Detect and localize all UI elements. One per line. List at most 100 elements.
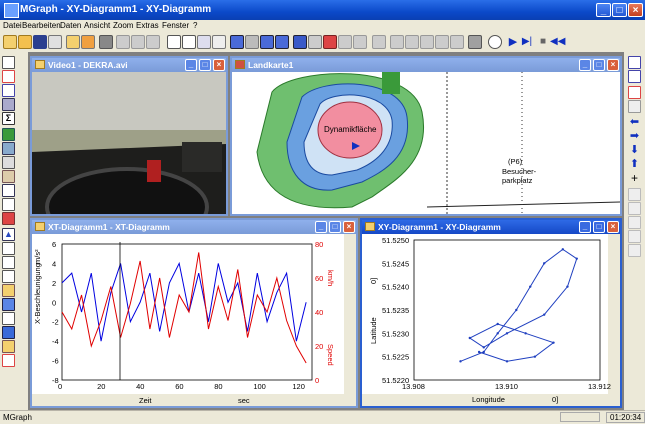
zoom-out-icon[interactable] — [245, 35, 259, 49]
filter-icon[interactable] — [2, 198, 15, 211]
map-minimize-button[interactable]: _ — [579, 59, 591, 71]
axis-x-icon[interactable] — [628, 56, 641, 69]
xt-hscrollbar[interactable] — [32, 394, 356, 406]
network-icon[interactable] — [2, 142, 15, 155]
polar-icon[interactable] — [2, 284, 15, 297]
pointer-icon[interactable] — [182, 35, 196, 49]
open-icon[interactable] — [18, 35, 32, 49]
tool-a-icon[interactable] — [628, 188, 641, 201]
close-file-icon[interactable] — [48, 35, 62, 49]
note-icon[interactable] — [2, 340, 15, 353]
menu-extras[interactable]: Extras — [136, 21, 159, 30]
sqrt-icon[interactable] — [2, 256, 15, 269]
video-close-button[interactable]: × — [213, 59, 225, 71]
edit-3-icon[interactable] — [435, 35, 449, 49]
video-window-titlebar[interactable]: Video1 - DEKRA.avi _ □ × — [32, 58, 226, 72]
xt-chart[interactable]: X-Beschleunigung m/s² Speed km/h Zeit se… — [32, 234, 356, 406]
video-window[interactable]: Video1 - DEKRA.avi _ □ × — [30, 56, 228, 216]
menu-zoom[interactable]: Zoom — [113, 21, 133, 30]
import-icon[interactable] — [66, 35, 80, 49]
window-icon[interactable] — [2, 298, 15, 311]
tool-d-icon[interactable] — [628, 230, 641, 243]
sum-icon[interactable]: Σ — [2, 112, 15, 125]
xt-maximize-button[interactable]: □ — [329, 221, 341, 233]
film-icon[interactable] — [468, 35, 482, 49]
tree-icon[interactable] — [2, 312, 15, 325]
grid-icon[interactable] — [197, 35, 211, 49]
tool-c-icon[interactable] — [628, 216, 641, 229]
marker-2-icon[interactable] — [338, 35, 352, 49]
pen-icon[interactable] — [390, 35, 404, 49]
arrow-left-icon[interactable]: ⬅ — [628, 116, 641, 129]
xt-window-titlebar[interactable]: XT-Diagramm1 - XT-Diagramm _ □ × — [32, 220, 356, 234]
xy-diagram-window[interactable]: XY-Diagramm1 - XY-Diagramm _ □ × Latitud… — [360, 218, 622, 408]
grid-tool-icon[interactable] — [2, 242, 15, 255]
bar-chart-icon[interactable] — [2, 128, 15, 141]
zoom-icon[interactable] — [167, 35, 181, 49]
edit-2-icon[interactable] — [420, 35, 434, 49]
timer-icon[interactable] — [488, 35, 502, 49]
zoom-y-icon[interactable] — [275, 35, 289, 49]
paste-icon[interactable] — [146, 35, 160, 49]
formula-icon[interactable] — [2, 354, 15, 367]
rewind-icon[interactable]: ◀◀ — [550, 35, 565, 49]
arrow-down-icon[interactable]: ⬇ — [628, 144, 641, 157]
table-tool-icon[interactable] — [2, 98, 15, 111]
map-window-titlebar[interactable]: Landkarte1 _ □ × — [232, 58, 620, 72]
edit-4-icon[interactable] — [450, 35, 464, 49]
xt-diagram-window[interactable]: XT-Diagramm1 - XT-Diagramm _ □ × X-Besch… — [30, 218, 358, 408]
rotate-icon[interactable] — [372, 35, 386, 49]
export-icon[interactable] — [81, 35, 95, 49]
cut-icon[interactable] — [116, 35, 130, 49]
xy-maximize-button[interactable]: □ — [593, 221, 605, 233]
arrow-up-icon[interactable]: ⬆ — [628, 158, 641, 171]
map-maximize-button[interactable]: □ — [593, 59, 605, 71]
curve-select-2-icon[interactable] — [628, 100, 641, 113]
photo-icon[interactable] — [2, 326, 15, 339]
save-icon[interactable] — [33, 35, 47, 49]
function-icon[interactable] — [2, 84, 15, 97]
menu-bearbeiten[interactable]: Bearbeiten — [22, 21, 61, 30]
menu-help[interactable]: ? — [193, 21, 197, 30]
video-minimize-button[interactable]: _ — [185, 59, 197, 71]
scatter-tool-icon[interactable] — [2, 270, 15, 283]
axis-y-icon[interactable] — [628, 70, 641, 83]
map-window[interactable]: Landkarte1 _ □ × Dynamikfläche (P6) Besu… — [230, 56, 622, 216]
xy-minimize-button[interactable]: _ — [579, 221, 591, 233]
minimize-button[interactable]: _ — [596, 3, 611, 17]
new-icon[interactable] — [3, 35, 17, 49]
matrix-icon[interactable] — [2, 156, 15, 169]
zoom-fit-icon[interactable] — [293, 35, 307, 49]
video-maximize-button[interactable]: □ — [199, 59, 211, 71]
xt-minimize-button[interactable]: _ — [315, 221, 327, 233]
spectrum-icon[interactable] — [2, 212, 15, 225]
maximize-button[interactable]: □ — [612, 3, 627, 17]
curve-icon[interactable] — [2, 70, 15, 83]
arrow-right-icon[interactable]: ➡ — [628, 130, 641, 143]
play-icon[interactable]: ▶ — [506, 35, 520, 49]
terrain-icon[interactable] — [2, 170, 15, 183]
zoom-in-icon[interactable] — [230, 35, 244, 49]
crosshair-icon[interactable]: + — [628, 172, 641, 185]
triangle-icon[interactable]: ▲ — [2, 228, 15, 241]
menu-fenster[interactable]: Fenster — [162, 21, 189, 30]
edit-1-icon[interactable] — [405, 35, 419, 49]
menu-ansicht[interactable]: Ansicht — [84, 21, 110, 30]
app-title-bar[interactable]: MGraph - XY-Diagramm1 - XY-Diagramm _ □ … — [0, 0, 645, 20]
zoom-back-icon[interactable] — [308, 35, 322, 49]
xt-close-button[interactable]: × — [343, 221, 355, 233]
zoom-x-icon[interactable] — [260, 35, 274, 49]
table-icon[interactable] — [212, 35, 226, 49]
xt-vscrollbar[interactable] — [344, 234, 356, 394]
copy-icon[interactable] — [131, 35, 145, 49]
curve-select-icon[interactable] — [628, 86, 641, 99]
marker-icon[interactable] — [323, 35, 337, 49]
xy-vscrollbar[interactable] — [608, 234, 620, 394]
xy-window-titlebar[interactable]: XY-Diagramm1 - XY-Diagramm _ □ × — [362, 220, 620, 234]
xy-chart[interactable]: Latitude 0] Longitude 0] 51.5250 51.5245 5… — [362, 234, 620, 406]
step-forward-icon[interactable]: ▶| — [520, 35, 534, 49]
menu-daten[interactable]: Daten — [60, 21, 81, 30]
marker-3-icon[interactable] — [353, 35, 367, 49]
menu-datei[interactable]: Datei — [3, 21, 22, 30]
tool-e-icon[interactable] — [628, 244, 641, 257]
